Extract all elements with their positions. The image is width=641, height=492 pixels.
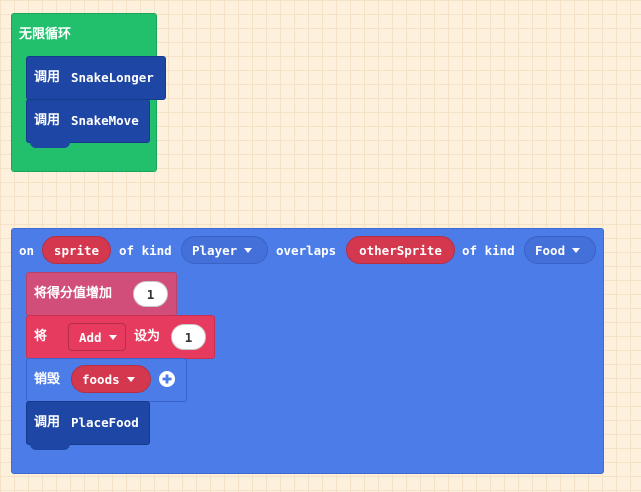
destroy-target-dropdown[interactable]: foods — [71, 365, 151, 393]
block-notch — [30, 444, 70, 450]
of-kind-label: of kind — [119, 243, 172, 258]
call-label: 调用 — [34, 415, 61, 430]
overlaps-label: overlaps — [276, 243, 337, 258]
add-parameter-icon[interactable] — [158, 370, 176, 388]
kind-dropdown-value: Food — [535, 242, 566, 258]
variable-dropdown-value: Add — [79, 329, 102, 345]
chevron-down-icon — [244, 247, 253, 253]
kind-dropdown-food[interactable]: Food — [524, 236, 596, 264]
sprite-variable[interactable]: sprite — [42, 236, 111, 264]
chevron-down-icon — [572, 247, 581, 253]
kind-dropdown-value: Player — [192, 242, 238, 258]
score-amount-input[interactable]: 1 — [133, 281, 168, 307]
destroy-label: 销毁 — [34, 372, 61, 387]
function-name-snakelonger: SnakeLonger — [71, 70, 154, 85]
on-label: on — [19, 243, 35, 258]
set-value-input[interactable]: 1 — [171, 324, 206, 350]
destroy-target-value: foods — [82, 371, 120, 387]
blocks-workspace[interactable]: 无限循环 调用 SnakeLonger 调用 SnakeMove on spri… — [0, 0, 641, 492]
other-sprite-variable[interactable]: otherSprite — [346, 236, 455, 264]
set-label: 将 — [34, 329, 48, 344]
call-label: 调用 — [34, 70, 61, 85]
chevron-down-icon — [126, 376, 135, 382]
set-to-label: 设为 — [134, 329, 161, 344]
forever-block-label: 无限循环 — [19, 27, 72, 42]
kind-dropdown-player[interactable]: Player — [181, 236, 268, 264]
change-score-label: 将得分值增加 — [34, 286, 113, 301]
call-label: 调用 — [34, 113, 61, 128]
chevron-down-icon — [108, 334, 117, 340]
variable-dropdown-add[interactable]: Add — [68, 323, 126, 351]
function-name-placefood: PlaceFood — [71, 415, 139, 430]
function-name-snakemove: SnakeMove — [71, 113, 139, 128]
block-notch — [30, 142, 70, 148]
of-kind-label: of kind — [462, 243, 515, 258]
